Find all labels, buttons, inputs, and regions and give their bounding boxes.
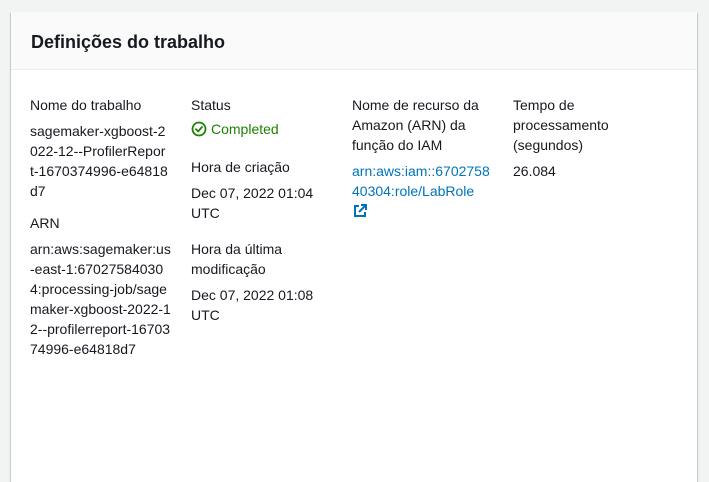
external-link-icon bbox=[354, 204, 367, 217]
status-label: Status bbox=[191, 97, 231, 113]
column-status-times: Status Completed Hora de criação Dec 07,… bbox=[191, 95, 341, 337]
panel-header: Definições do trabalho bbox=[11, 12, 697, 70]
check-circle-icon bbox=[191, 121, 207, 137]
job-name-value: sagemaker-xgboost-2022-12--ProfilerRepor… bbox=[30, 123, 168, 199]
status-indicator: Completed bbox=[191, 119, 341, 139]
arn-label: ARN bbox=[30, 215, 60, 231]
field-iam-role: Nome de recurso da Amazon (ARN) da funçã… bbox=[352, 95, 502, 219]
column-iam-role: Nome de recurso da Amazon (ARN) da funçã… bbox=[352, 95, 502, 231]
iam-role-link[interactable]: arn:aws:iam::670275840304:role/LabRole bbox=[352, 161, 494, 219]
field-job-name: Nome do trabalho sagemaker-xgboost-2022-… bbox=[30, 95, 180, 201]
processing-time-value: 26.084 bbox=[513, 163, 556, 179]
column-processing-time: Tempo de processamento (segundos) 26.084 bbox=[513, 95, 663, 193]
field-creation-time: Hora de criação Dec 07, 2022 01:04 UTC bbox=[191, 157, 341, 223]
job-name-label: Nome do trabalho bbox=[30, 97, 142, 113]
field-status: Status Completed bbox=[191, 95, 341, 139]
field-processing-time: Tempo de processamento (segundos) 26.084 bbox=[513, 95, 663, 181]
creation-time-value: Dec 07, 2022 01:04 UTC bbox=[191, 185, 314, 221]
field-last-modified: Hora da última modificação Dec 07, 2022 … bbox=[191, 239, 341, 325]
arn-value: arn:aws:sagemaker:us-east-1:670275840304… bbox=[30, 241, 171, 357]
creation-time-label: Hora de criação bbox=[191, 159, 290, 175]
last-modified-label: Hora da última modificação bbox=[191, 241, 283, 277]
processing-time-label: Tempo de processamento (segundos) bbox=[513, 97, 609, 153]
field-arn: ARN arn:aws:sagemaker:us-east-1:67027584… bbox=[30, 213, 180, 359]
last-modified-value: Dec 07, 2022 01:08 UTC bbox=[191, 287, 314, 323]
panel-title: Definições do trabalho bbox=[31, 32, 226, 52]
column-job-info: Nome do trabalho sagemaker-xgboost-2022-… bbox=[30, 95, 180, 371]
iam-role-label: Nome de recurso da Amazon (ARN) da funçã… bbox=[352, 97, 479, 153]
iam-role-value: arn:aws:iam::670275840304:role/LabRole bbox=[352, 163, 490, 199]
status-value: Completed bbox=[211, 121, 279, 137]
